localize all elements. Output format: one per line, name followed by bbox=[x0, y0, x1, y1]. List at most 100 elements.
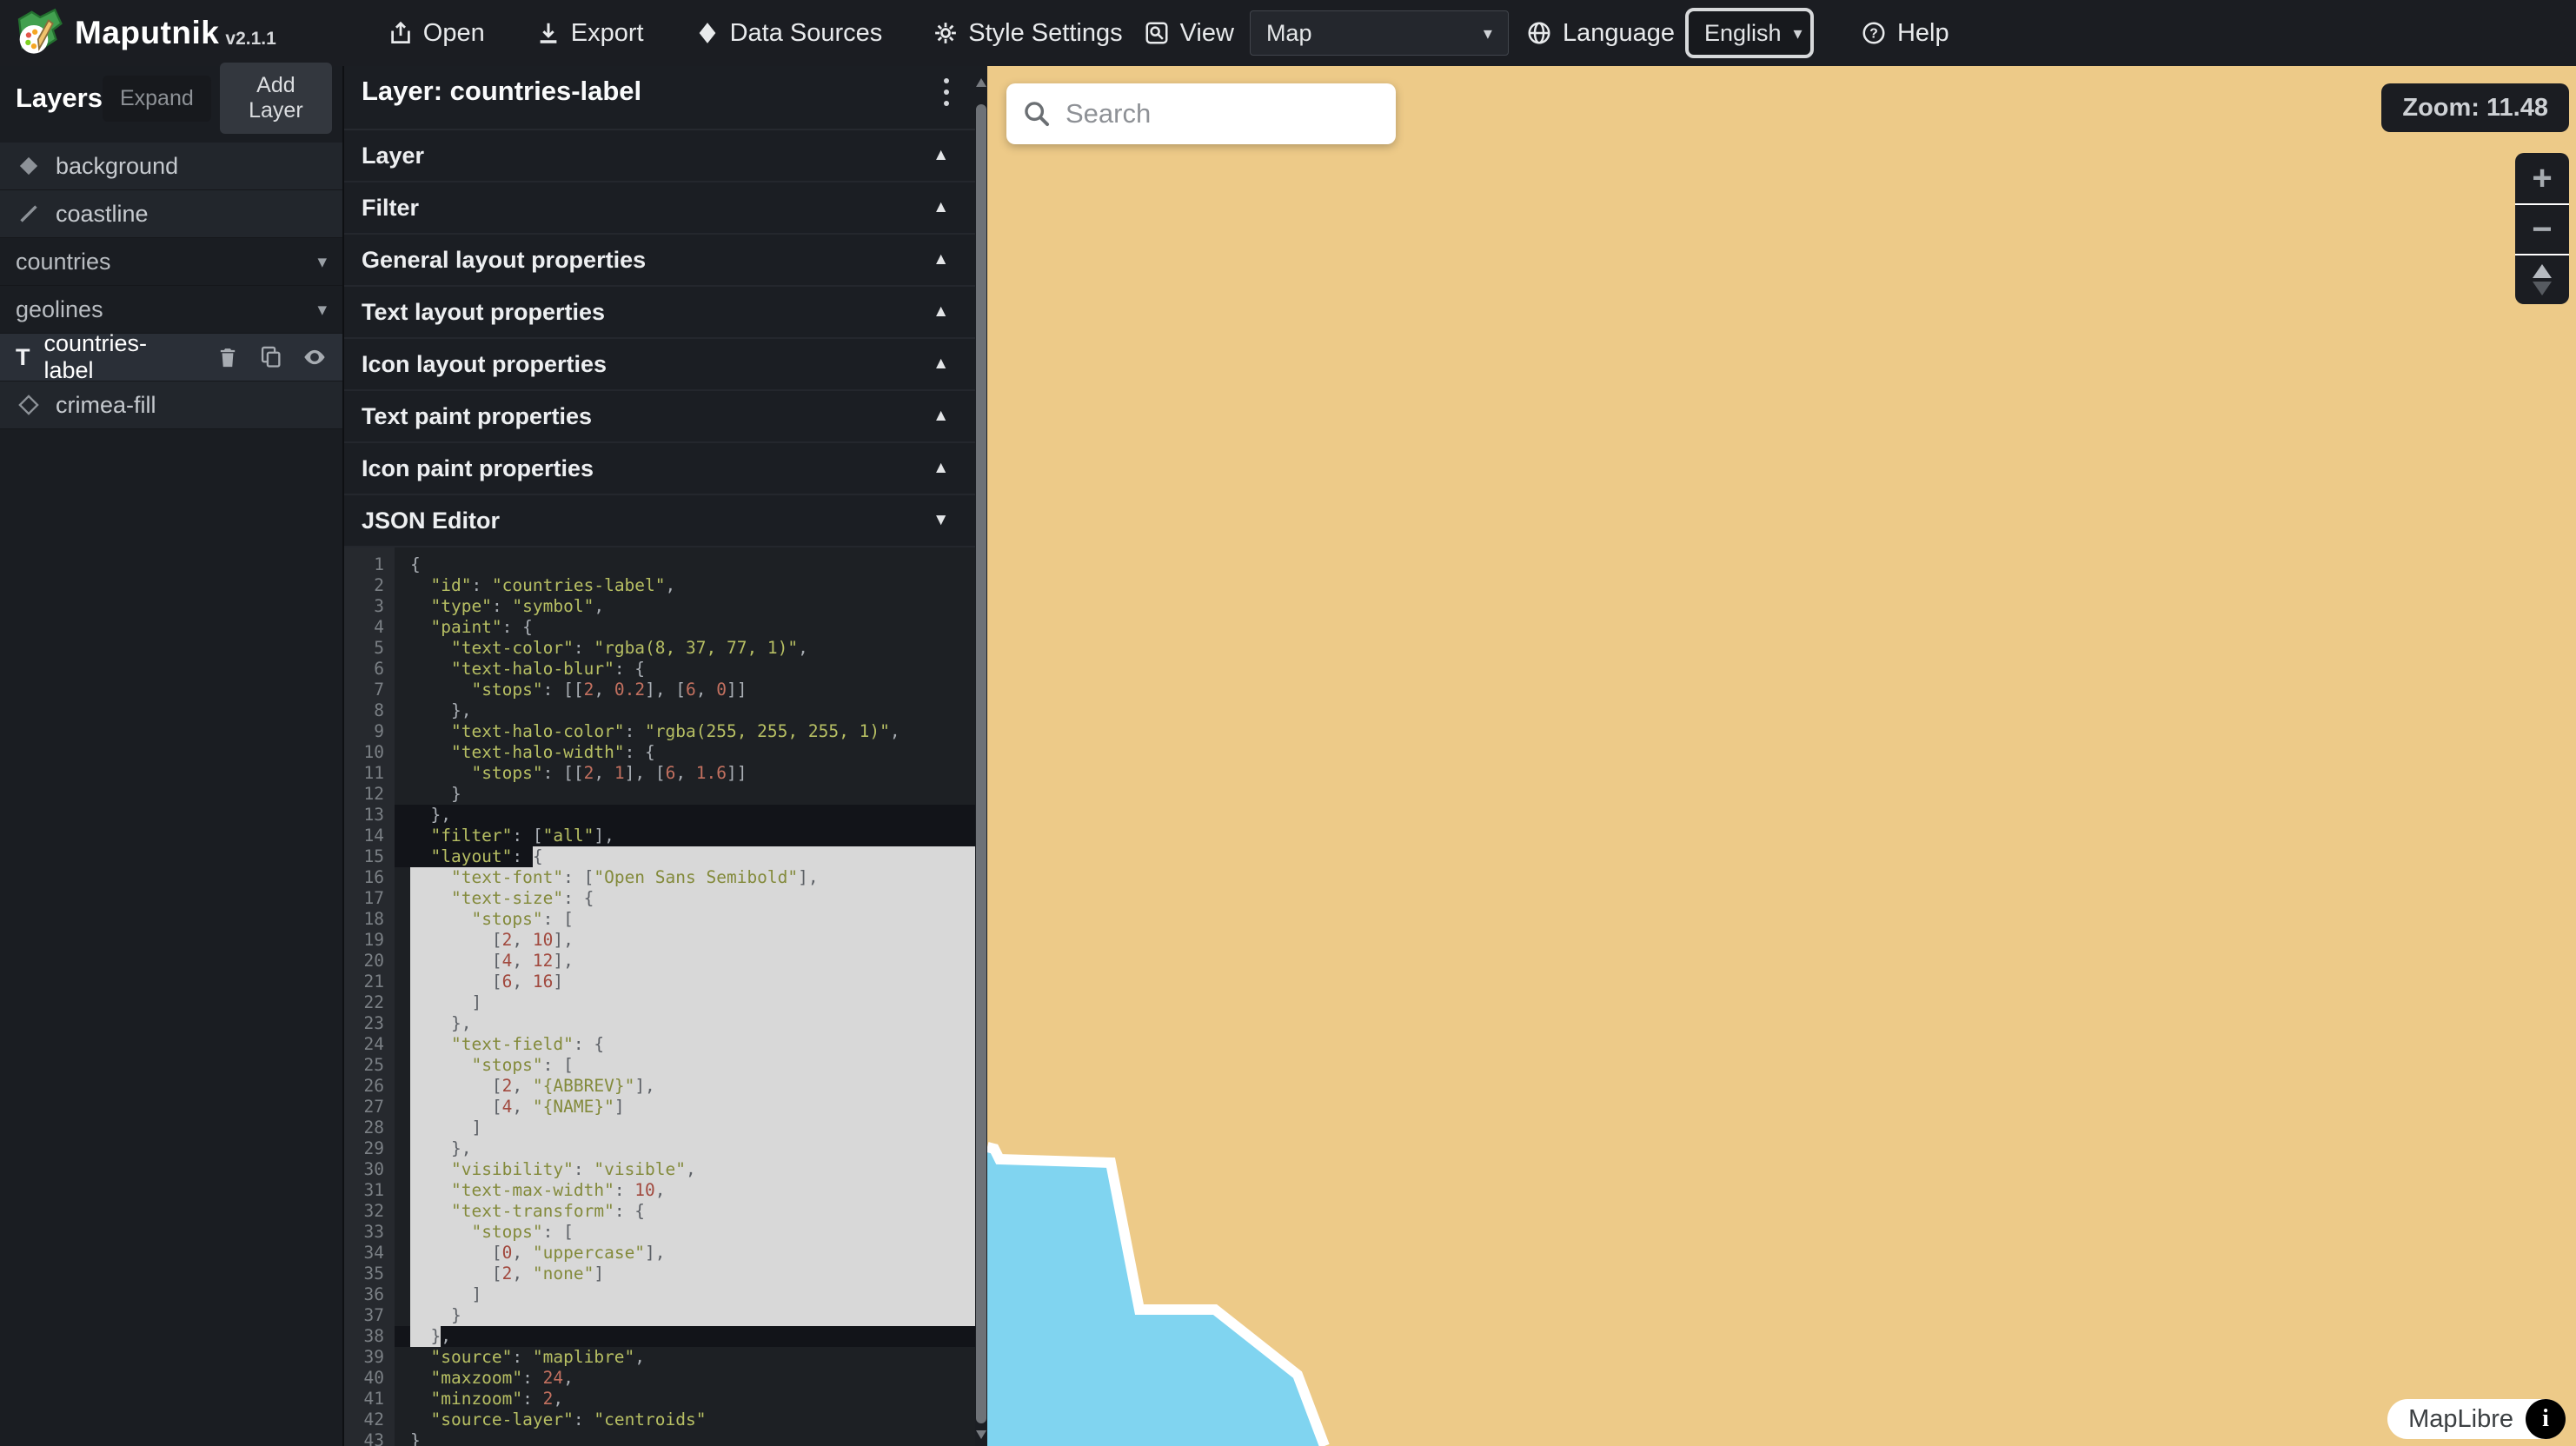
code-line: 23 }, bbox=[344, 1013, 977, 1034]
code-line: 9 "text-halo-color": "rgba(255, 255, 255… bbox=[344, 721, 977, 742]
attribution-link[interactable]: MapLibre bbox=[2408, 1405, 2513, 1434]
data-sources-icon bbox=[694, 20, 720, 46]
visibility-layer-icon[interactable] bbox=[302, 345, 327, 369]
open-button[interactable]: Open bbox=[388, 19, 485, 48]
code-line: 2 "id": "countries-label", bbox=[344, 575, 977, 596]
layers-header: Layers Expand Add Layer bbox=[0, 66, 342, 130]
scrollbar-thumb[interactable] bbox=[976, 104, 986, 1423]
line-number: 37 bbox=[344, 1305, 395, 1326]
layer-group-label: geolines bbox=[16, 296, 103, 323]
info-icon[interactable]: i bbox=[2526, 1399, 2566, 1439]
code-line: 31 "text-max-width": 10, bbox=[344, 1180, 977, 1201]
app-name: Maputnik bbox=[75, 15, 219, 51]
layer-group-geolines[interactable]: geolines ▾ bbox=[0, 286, 342, 334]
line-number: 4 bbox=[344, 617, 395, 638]
code-line: 35 [2, "none"] bbox=[344, 1264, 977, 1284]
line-number: 23 bbox=[344, 1013, 395, 1034]
zoom-in-button[interactable]: + bbox=[2515, 153, 2569, 203]
section-text-paint-properties[interactable]: Text paint properties ▲ bbox=[344, 391, 987, 443]
zoom-level-indicator: Zoom: 11.48 bbox=[2381, 83, 2569, 132]
line-number: 16 bbox=[344, 867, 395, 888]
line-number: 8 bbox=[344, 700, 395, 721]
code-line: 19 [2, 10], bbox=[344, 930, 977, 951]
section-text-layout-properties[interactable]: Text layout properties ▲ bbox=[344, 287, 987, 339]
map-basemap bbox=[987, 66, 2576, 1446]
json-code-editor[interactable]: 1 { 2 "id": "countries-label", 3 "type":… bbox=[344, 547, 977, 1446]
line-number: 10 bbox=[344, 742, 395, 763]
language-globe-icon bbox=[1526, 20, 1552, 46]
layer-row-background[interactable]: background bbox=[0, 143, 342, 190]
code-line: 5 "text-color": "rgba(8, 37, 77, 1)", bbox=[344, 638, 977, 659]
chevron-down-icon: ▾ bbox=[1484, 23, 1492, 44]
collapse-arrow-icon: ▲ bbox=[933, 198, 949, 217]
code-line: 17 "text-size": { bbox=[344, 888, 977, 909]
line-number: 26 bbox=[344, 1076, 395, 1097]
line-number: 9 bbox=[344, 721, 395, 742]
section-icon-paint-properties[interactable]: Icon paint properties ▲ bbox=[344, 443, 987, 495]
delete-layer-icon[interactable] bbox=[216, 345, 240, 369]
layer-label: background bbox=[56, 153, 178, 180]
line-number: 20 bbox=[344, 951, 395, 972]
data-sources-button[interactable]: Data Sources bbox=[694, 19, 883, 48]
export-button[interactable]: Export bbox=[535, 19, 644, 48]
code-line: 15 "layout": { bbox=[344, 846, 977, 867]
section-json-editor[interactable]: JSON Editor ▼ bbox=[344, 495, 987, 547]
code-line: 16 "text-font": ["Open Sans Semibold"], bbox=[344, 867, 977, 888]
code-line: 32 "text-transform": { bbox=[344, 1201, 977, 1222]
map-canvas[interactable]: Zoom: 11.48 + − MapLibre i bbox=[987, 66, 2576, 1446]
collapse-arrow-icon: ▲ bbox=[933, 146, 949, 165]
scroll-down-icon[interactable] bbox=[976, 1430, 986, 1439]
section-label: Filter bbox=[362, 195, 419, 222]
scroll-up-icon[interactable] bbox=[976, 78, 986, 87]
code-line: 26 [2, "{ABBREV}"], bbox=[344, 1076, 977, 1097]
expand-button[interactable]: Expand bbox=[103, 76, 211, 122]
layer-editor-panel: Layer: countries-label Layer ▲ Filter ▲ … bbox=[342, 66, 987, 1446]
section-layer[interactable]: Layer ▲ bbox=[344, 130, 987, 182]
zoom-out-button[interactable]: − bbox=[2515, 203, 2569, 254]
line-number: 7 bbox=[344, 680, 395, 700]
layer-row-coastline[interactable]: coastline bbox=[0, 190, 342, 238]
layer-row-countries-label[interactable]: T countries-label bbox=[0, 334, 342, 381]
collapse-arrow-icon: ▲ bbox=[933, 407, 949, 426]
line-number: 42 bbox=[344, 1410, 395, 1430]
line-number: 27 bbox=[344, 1097, 395, 1118]
line-number: 19 bbox=[344, 930, 395, 951]
collapse-arrow-icon: ▲ bbox=[933, 355, 949, 374]
code-line: 27 [4, "{NAME}"] bbox=[344, 1097, 977, 1118]
language-select[interactable]: English ▾ bbox=[1685, 8, 1814, 58]
code-line: 3 "type": "symbol", bbox=[344, 596, 977, 617]
section-label: Layer bbox=[362, 143, 424, 169]
compass-icon bbox=[2533, 264, 2552, 295]
section-icon-layout-properties[interactable]: Icon layout properties ▲ bbox=[344, 339, 987, 391]
style-settings-button[interactable]: Style Settings bbox=[933, 19, 1122, 48]
section-label: Text paint properties bbox=[362, 403, 592, 430]
svg-text:?: ? bbox=[1869, 27, 1878, 42]
panel-scrollbar[interactable] bbox=[975, 66, 987, 1446]
view-select[interactable]: Map ▾ bbox=[1250, 10, 1509, 56]
style-settings-icon bbox=[933, 20, 959, 46]
line-number: 36 bbox=[344, 1284, 395, 1305]
layer-options-menu-icon[interactable] bbox=[944, 78, 949, 106]
search-input[interactable] bbox=[1066, 98, 1380, 129]
layer-group-countries[interactable]: countries ▾ bbox=[0, 238, 342, 286]
line-number: 2 bbox=[344, 575, 395, 596]
code-line: 22 ] bbox=[344, 992, 977, 1013]
line-number: 32 bbox=[344, 1201, 395, 1222]
reset-bearing-button[interactable] bbox=[2515, 254, 2569, 304]
code-line: 6 "text-halo-blur": { bbox=[344, 659, 977, 680]
code-line: 37 } bbox=[344, 1305, 977, 1326]
code-line: 39 "source": "maplibre", bbox=[344, 1347, 977, 1368]
section-general-layout-properties[interactable]: General layout properties ▲ bbox=[344, 235, 987, 287]
help-button[interactable]: ? Help bbox=[1861, 19, 1949, 48]
section-label: General layout properties bbox=[362, 247, 646, 274]
add-layer-button[interactable]: Add Layer bbox=[220, 63, 332, 134]
layers-sidebar: Layers Expand Add Layer background coast… bbox=[0, 66, 342, 1446]
code-line: 20 [4, 12], bbox=[344, 951, 977, 972]
layer-row-crimea-fill[interactable]: crimea-fill bbox=[0, 381, 342, 429]
open-label: Open bbox=[423, 19, 485, 48]
top-toolbar: Maputnik v2.1.1 Open Export Data Sources… bbox=[0, 0, 2576, 66]
section-filter[interactable]: Filter ▲ bbox=[344, 182, 987, 235]
maputnik-logo-icon bbox=[14, 8, 64, 58]
collapse-arrow-icon: ▲ bbox=[933, 459, 949, 478]
duplicate-layer-icon[interactable] bbox=[259, 345, 283, 369]
